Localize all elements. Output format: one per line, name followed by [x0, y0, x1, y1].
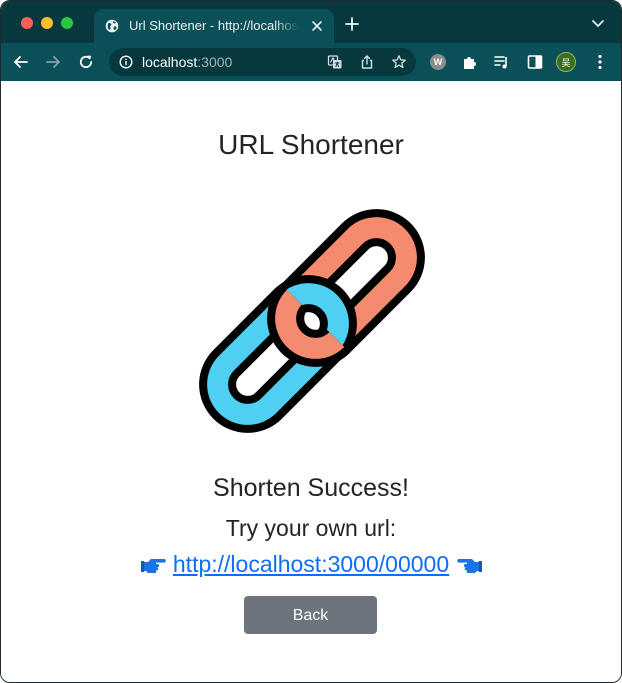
page-content: URL Shortener Shorten Success! Try your … [1, 81, 621, 682]
forward-arrow-icon[interactable] [44, 53, 62, 71]
browser-tab-active[interactable]: Url Shortener - http://localhost:3000 [94, 9, 334, 43]
short-url-link[interactable]: http://localhost:3000/00000 [173, 551, 449, 577]
minimize-window-button[interactable] [41, 17, 53, 29]
bookmark-star-icon[interactable] [391, 54, 407, 70]
pointing-right-hand-icon [140, 559, 166, 573]
browser-toolbar: localhost:3000 W 吴 [1, 43, 621, 81]
chain-link-icon [199, 209, 425, 433]
reload-icon[interactable] [77, 53, 95, 71]
close-tab-icon[interactable] [309, 18, 325, 34]
tab-strip: Url Shortener - http://localhost:3000 [1, 1, 621, 43]
try-message: Try your own url: [225, 515, 397, 541]
chevron-down-icon[interactable] [591, 19, 605, 29]
more-menu-icon[interactable] [591, 53, 609, 71]
address-port: :3000 [197, 54, 233, 70]
back-button[interactable]: Back [244, 596, 377, 634]
page-title: URL Shortener [218, 129, 404, 160]
globe-icon [105, 19, 119, 33]
address-bar[interactable]: localhost:3000 [109, 48, 416, 76]
side-panel-icon[interactable] [526, 53, 544, 71]
extension-w-icon[interactable]: W [430, 54, 446, 70]
success-message: Shorten Success! [213, 474, 409, 502]
profile-avatar[interactable]: 吴 [556, 52, 576, 72]
site-info-icon[interactable] [119, 55, 133, 69]
back-arrow-icon[interactable] [12, 53, 30, 71]
address-text: localhost:3000 [142, 54, 232, 70]
address-host: localhost [142, 54, 198, 70]
browser-window: Url Shortener - http://localhost:3000 [0, 0, 622, 683]
close-window-button[interactable] [21, 17, 33, 29]
tab-title: Url Shortener - http://localhost:3000 [129, 18, 299, 33]
maximize-window-button[interactable] [61, 17, 73, 29]
translate-icon[interactable] [327, 54, 343, 70]
extensions-puzzle-icon[interactable] [461, 53, 479, 71]
short-url-row: http://localhost:3000/00000 [1, 551, 621, 578]
share-icon[interactable] [359, 54, 375, 70]
new-tab-icon[interactable] [344, 16, 360, 32]
pointing-left-hand-icon [456, 559, 482, 573]
media-control-icon[interactable] [493, 53, 511, 71]
